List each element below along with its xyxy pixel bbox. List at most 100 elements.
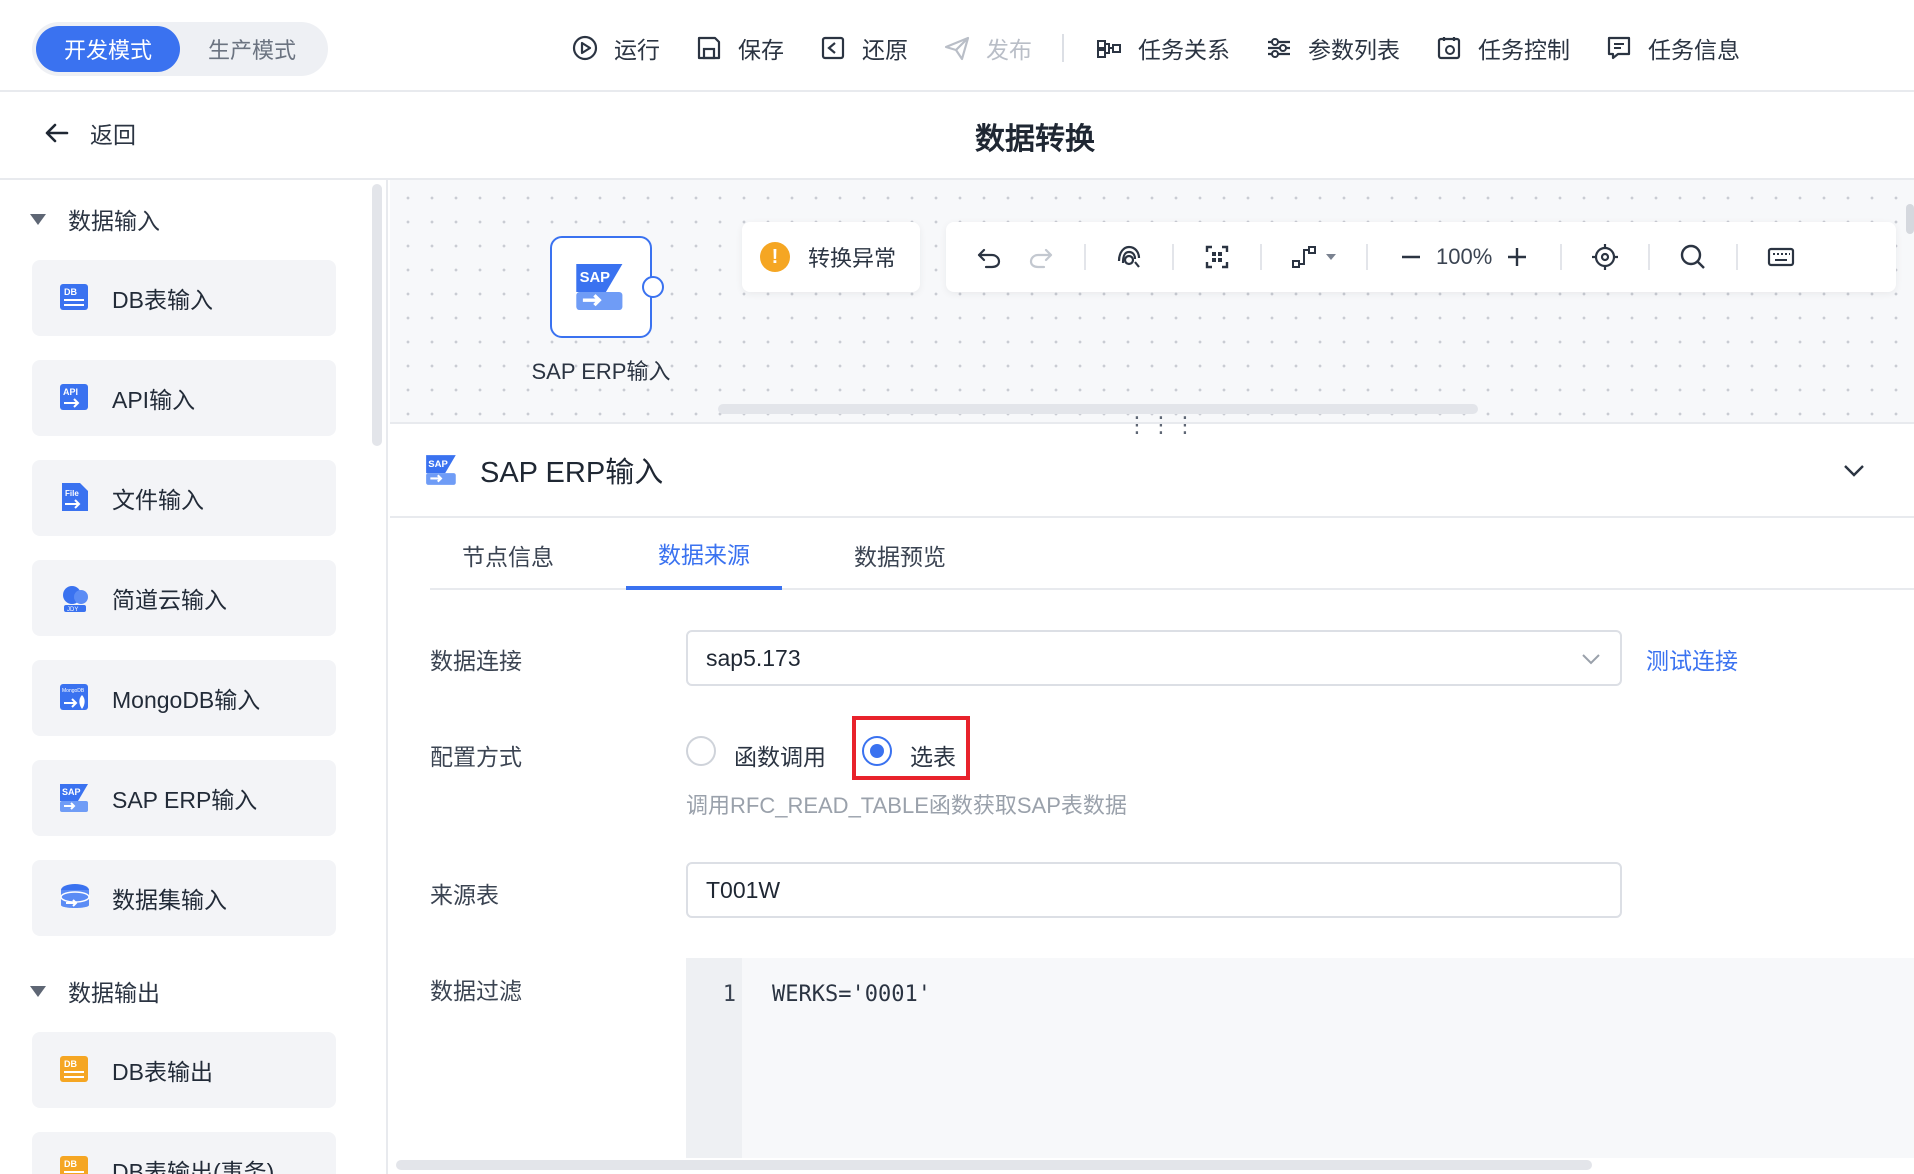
- mongodb-icon: MongoDB: [60, 684, 88, 710]
- fingerprint-button[interactable]: [1114, 237, 1144, 277]
- config-method-label: 配置方式: [430, 744, 522, 770]
- chevron-down-icon[interactable]: [1840, 456, 1868, 484]
- canvas-vertical-scrollbar[interactable]: [1906, 204, 1914, 234]
- sidebar-item-label: DB表输入: [112, 287, 213, 313]
- warning-label: 转换异常: [808, 246, 897, 271]
- zoom-in-icon: [1508, 248, 1527, 266]
- publish-button[interactable]: 发布: [942, 26, 1032, 70]
- sidebar-item-dataset-input[interactable]: 数据集输入: [32, 860, 336, 936]
- connection-select[interactable]: sap5.173: [686, 630, 1622, 686]
- restore-button[interactable]: 还原: [818, 26, 908, 70]
- code-line[interactable]: WERKS='0001': [772, 982, 931, 1007]
- sidebar-item-api-input[interactable]: API API输入: [32, 360, 336, 436]
- config-hint: 调用RFC_READ_TABLE函数获取SAP表数据: [686, 793, 1127, 818]
- run-button[interactable]: 运行: [570, 26, 660, 70]
- redo-button[interactable]: [1026, 237, 1056, 277]
- save-icon: [697, 36, 721, 60]
- restore-icon: [821, 36, 845, 60]
- relations-icon: [1097, 40, 1121, 58]
- info-icon: [1607, 36, 1631, 60]
- run-label: 运行: [614, 37, 660, 63]
- mode-switch: 开发模式 生产模式: [32, 22, 328, 76]
- connector-icon: [1292, 246, 1316, 268]
- locate-button[interactable]: [1590, 237, 1620, 277]
- group-data-input[interactable]: 数据输入: [30, 202, 160, 236]
- svg-text:MongoDB: MongoDB: [62, 688, 85, 694]
- radio-function-call[interactable]: [686, 736, 716, 766]
- zoom-in-button[interactable]: [1502, 237, 1532, 277]
- search-icon: [1681, 244, 1706, 269]
- panel-tabs: 节点信息 数据来源 数据预览: [430, 520, 1914, 590]
- connection-label: 数据连接: [430, 648, 522, 674]
- group-data-output[interactable]: 数据输出: [30, 974, 160, 1008]
- caret-down-icon: [30, 985, 46, 997]
- component-sidebar: 数据输入 DB DB表输入 API API输入 File 文件输入 JDY 简道…: [0, 180, 388, 1174]
- sidebar-item-label: 文件输入: [112, 487, 204, 513]
- sidebar-scrollbar[interactable]: [372, 184, 382, 446]
- zoom-out-button[interactable]: [1396, 237, 1426, 277]
- toolbar-divider: [1648, 244, 1651, 270]
- redo-icon: [1029, 248, 1053, 269]
- params-button[interactable]: 参数列表: [1264, 26, 1400, 70]
- filter-code-editor[interactable]: 1 WERKS='0001': [686, 958, 1914, 1158]
- toolbar-divider: [1366, 244, 1368, 270]
- sidebar-item-jdy-input[interactable]: JDY 简道云输入: [32, 560, 336, 636]
- tab-node-info[interactable]: 节点信息: [430, 520, 586, 590]
- toolbar-divider: [1062, 34, 1064, 62]
- fit-view-button[interactable]: [1202, 237, 1232, 277]
- sidebar-item-label: MongoDB输入: [112, 687, 261, 713]
- warning-icon: !: [760, 242, 790, 272]
- test-connection-link[interactable]: 测试连接: [1646, 642, 1738, 676]
- control-button[interactable]: 任务控制: [1434, 26, 1570, 70]
- canvas-horizontal-scrollbar[interactable]: [718, 404, 1478, 414]
- data-filter-label: 数据过滤: [430, 978, 522, 1004]
- publish-icon: [944, 36, 970, 61]
- undo-button[interactable]: [974, 237, 1004, 277]
- line-number-gutter: 1: [686, 958, 742, 1158]
- sidebar-item-label: SAP ERP输入: [112, 787, 258, 813]
- search-button[interactable]: [1678, 237, 1708, 277]
- sidebar-item-label: DB表输出(事务): [112, 1159, 275, 1174]
- sidebar-item-db-output-transaction[interactable]: DB DB表输出(事务): [32, 1132, 336, 1174]
- sidebar-item-label: DB表输出: [112, 1059, 213, 1085]
- sidebar-item-label: 简道云输入: [112, 587, 227, 613]
- sidebar-item-file-input[interactable]: File 文件输入: [32, 460, 336, 536]
- restore-label: 还原: [862, 37, 908, 63]
- sidebar-item-label: 数据集输入: [112, 887, 227, 913]
- svg-text:SAP: SAP: [580, 270, 611, 286]
- connector-style-dropdown[interactable]: [1290, 237, 1338, 277]
- sap-erp-node[interactable]: SAP: [550, 236, 652, 338]
- node-output-port[interactable]: [642, 276, 664, 298]
- toolbar-divider: [1260, 244, 1262, 270]
- tab-data-preview[interactable]: 数据预览: [822, 520, 978, 590]
- keyboard-button[interactable]: [1766, 237, 1796, 277]
- sidebar-item-db-input[interactable]: DB DB表输入: [32, 260, 336, 336]
- control-label: 任务控制: [1478, 37, 1570, 63]
- annotation-highlight-box: [852, 716, 970, 780]
- fingerprint-icon: [1117, 245, 1141, 268]
- flow-canvas[interactable]: SAP SAP ERP输入 ! 转换异常 100%: [390, 180, 1914, 422]
- caret-down-icon: [30, 213, 46, 225]
- sidebar-item-mongodb-input[interactable]: MongoDB MongoDB输入: [32, 660, 336, 736]
- prod-mode-button[interactable]: 生产模式: [180, 26, 324, 72]
- dev-mode-button[interactable]: 开发模式: [36, 26, 180, 72]
- source-table-input[interactable]: T001W: [686, 862, 1622, 918]
- page-title: 数据转换: [975, 123, 1095, 156]
- save-button[interactable]: 保存: [694, 26, 784, 70]
- panel-horizontal-scrollbar[interactable]: [396, 1160, 1592, 1170]
- dataset-icon: [60, 884, 90, 908]
- radio-function-call-label[interactable]: 函数调用: [734, 738, 826, 772]
- conversion-warning[interactable]: ! 转换异常: [742, 222, 920, 292]
- tab-data-source[interactable]: 数据来源: [626, 520, 782, 590]
- params-label: 参数列表: [1308, 37, 1400, 63]
- canvas-toolbar: 100%: [946, 222, 1896, 292]
- sidebar-item-db-output[interactable]: DB DB表输出: [32, 1032, 336, 1108]
- info-button[interactable]: 任务信息: [1604, 26, 1740, 70]
- db-output-icon: DB: [60, 1156, 88, 1174]
- control-icon: [1437, 37, 1461, 60]
- relations-button[interactable]: 任务关系: [1094, 26, 1230, 70]
- zoom-level: 100%: [1436, 244, 1493, 269]
- sidebar-item-sap-input[interactable]: SAP SAP ERP输入: [32, 760, 336, 836]
- sap-icon: SAP: [60, 784, 88, 812]
- fit-view-icon: [1205, 245, 1229, 269]
